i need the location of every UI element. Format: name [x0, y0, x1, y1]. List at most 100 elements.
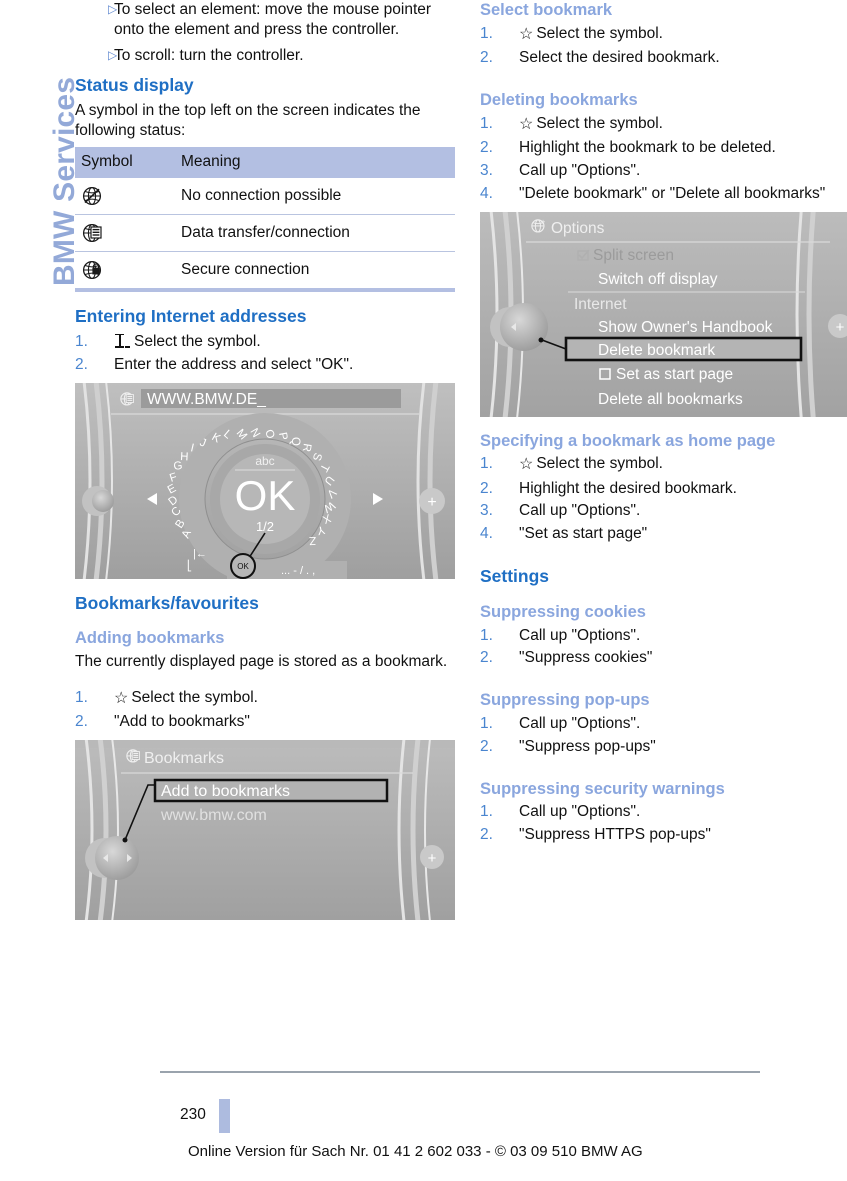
list-item: "Suppress HTTPS pop-ups" [480, 825, 847, 845]
heading-suppressing-security-warnings: Suppressing security warnings [480, 779, 725, 798]
list-item: "Suppress pop-ups" [480, 737, 847, 757]
plus-icon: + [428, 850, 437, 867]
options-item-switch-off-display: Switch off display [598, 271, 718, 288]
speller-extra-symbols: ... - / . , [281, 565, 315, 577]
list-item: ▷ To select an element: move the mouse p… [75, 0, 455, 40]
star-icon: ☆ [519, 456, 534, 474]
options-item-delete-all-bookmarks: Delete all bookmarks [598, 391, 743, 408]
bullet-text: To select an element: move the mouse poi… [114, 1, 432, 38]
content-columns: ▷ To select an element: move the mouse p… [0, 0, 847, 1090]
list-item: ☆ Select the symbol. [75, 688, 455, 709]
options-graphic: + Options Split screen Switch off displa… [480, 211, 847, 417]
step-text: Call up "Options". [519, 161, 641, 179]
suppressing-security-steps: Call up "Options". "Suppress HTTPS pop-u… [480, 802, 847, 845]
table-header-row: Symbol Meaning [75, 147, 455, 179]
heading-bookmarks-favourites: Bookmarks/favourites [75, 592, 259, 613]
list-item: Highlight the desired bookmark. [480, 479, 847, 499]
step-text: "Set as start page" [519, 525, 648, 543]
speller-graphic: WWW.BMW.DE_ abc OK 1/2 A B C D E F G H I… [75, 382, 455, 579]
select-bookmark-steps: ☆ Select the symbol. Select the desired b… [480, 24, 847, 68]
triangle-bullet-icon: ▷ [108, 2, 118, 16]
list-item: "Add to bookmarks" [75, 712, 455, 732]
bookmarks-item-0: Add to bookmarks [161, 783, 290, 800]
suppressing-popups-steps: Call up "Options". "Suppress pop-ups" [480, 714, 847, 757]
list-item: ☆ Select the symbol. [480, 24, 847, 45]
list-item: ☆ Select the symbol. [480, 114, 847, 135]
heading-status-display: Status display [75, 75, 194, 96]
status-display-intro: A symbol in the top left on the screen i… [75, 102, 421, 140]
home-page-steps: ☆ Select the symbol. Highlight the desire… [480, 454, 847, 544]
adding-bookmarks-intro: The currently displayed page is stored a… [75, 653, 448, 671]
step-text: Call up "Options". [519, 502, 641, 520]
step-text: "Add to bookmarks" [114, 713, 250, 731]
list-item: Call up "Options". [480, 802, 847, 822]
list-item: Call up "Options". [480, 714, 847, 734]
idrive-speller-screenshot: WWW.BMW.DE_ abc OK 1/2 A B C D E F G H I… [75, 382, 455, 579]
list-item: ☆ Select the symbol. [480, 454, 847, 475]
svg-text:Z: Z [309, 534, 316, 546]
speller-mode-label: abc [255, 454, 274, 468]
table-cell-meaning: Secure connection [175, 251, 455, 292]
plus-icon: + [836, 319, 845, 336]
bookmarks-graphic: Bookmarks Add to bookmarks www.bmw.com + [75, 740, 455, 921]
bookmarks-item-1: www.bmw.com [160, 807, 267, 824]
heading-entering-internet-addresses: Entering Internet addresses [75, 306, 307, 327]
table-cell-meaning: Data transfer/connection [175, 214, 455, 253]
page-footer: 230 Online Version für Sach Nr. 01 41 2 … [0, 1071, 847, 1181]
step-text: Call up "Options". [519, 626, 641, 644]
page-number: 230 [180, 1106, 206, 1123]
heading-suppressing-popups: Suppressing pop-ups [480, 691, 650, 710]
globe-secure-icon [81, 259, 175, 281]
list-item: ▷ To scroll: turn the controller. [75, 46, 455, 66]
table-header-meaning: Meaning [175, 147, 455, 179]
step-text: "Delete bookmark" or "Delete all bookmar… [519, 184, 826, 202]
idrive-options-screenshot: + Options Split screen Switch off displa… [480, 211, 847, 417]
star-icon: ☆ [519, 115, 534, 133]
step-text: "Suppress pop-ups" [519, 737, 656, 755]
idrive-bookmarks-screenshot: Bookmarks Add to bookmarks www.bmw.com + [75, 740, 455, 921]
step-text: Select the symbol. [536, 114, 663, 132]
table-header-symbol: Symbol [75, 147, 175, 179]
speller-ok-label: OK [235, 472, 296, 519]
bullet-text: To scroll: turn the controller. [114, 46, 304, 64]
deleting-bookmarks-steps: ☆ Select the symbol. Highlight the bookma… [480, 114, 847, 204]
step-text: Enter the address and select "OK". [114, 355, 354, 373]
list-item: Call up "Options". [480, 501, 847, 521]
list-item: Call up "Options". [480, 626, 847, 646]
speller-backspace-icon: |← [193, 548, 207, 560]
heading-specifying-home-page: Specifying a bookmark as home page [480, 431, 776, 450]
step-text: Select the desired bookmark. [519, 49, 720, 67]
globe-no-connection-icon [81, 185, 175, 207]
bookmarks-screen-title: Bookmarks [144, 750, 224, 767]
list-item: Select the desired bookmark. [480, 48, 847, 68]
manual-page: BMW Services ▷ To select an element: mov… [0, 0, 847, 1181]
heading-select-bookmark: Select bookmark [480, 1, 613, 19]
step-text: Select the symbol. [131, 688, 258, 706]
triangle-bullet-icon: ▷ [108, 47, 118, 62]
i-beam-cursor-icon [114, 333, 130, 348]
step-text: "Suppress cookies" [519, 649, 653, 667]
options-item-split-screen: Split screen [593, 247, 674, 264]
star-icon: ☆ [114, 689, 129, 707]
heading-suppressing-cookies: Suppressing cookies [480, 602, 646, 621]
list-item: Enter the address and select "OK". [75, 355, 455, 375]
step-text: Call up "Options". [519, 714, 641, 732]
address-text: WWW.BMW.DE_ [147, 391, 266, 408]
list-item: Select the symbol. [75, 332, 455, 352]
step-text: Highlight the bookmark to be deleted. [519, 139, 776, 157]
svg-text:H: H [180, 451, 189, 463]
step-text: Call up "Options". [519, 803, 641, 821]
speller-page-indicator: 1/2 [256, 519, 274, 534]
options-screen-title: Options [551, 220, 605, 237]
table-cell-symbol [75, 251, 175, 292]
page-edge-tab-marker [219, 1099, 230, 1133]
step-text: Select the symbol. [536, 455, 663, 473]
heading-deleting-bookmarks: Deleting bookmarks [480, 90, 638, 109]
options-item-delete-bookmark: Delete bookmark [598, 342, 715, 359]
speller-space-icon: ⎣ [187, 559, 192, 572]
star-icon: ☆ [519, 25, 534, 43]
list-item: "Suppress cookies" [480, 648, 847, 668]
heading-settings: Settings [480, 566, 550, 587]
svg-text:Q: Q [289, 437, 301, 446]
entering-addresses-steps: Select the symbol. Enter the address and… [75, 332, 455, 375]
